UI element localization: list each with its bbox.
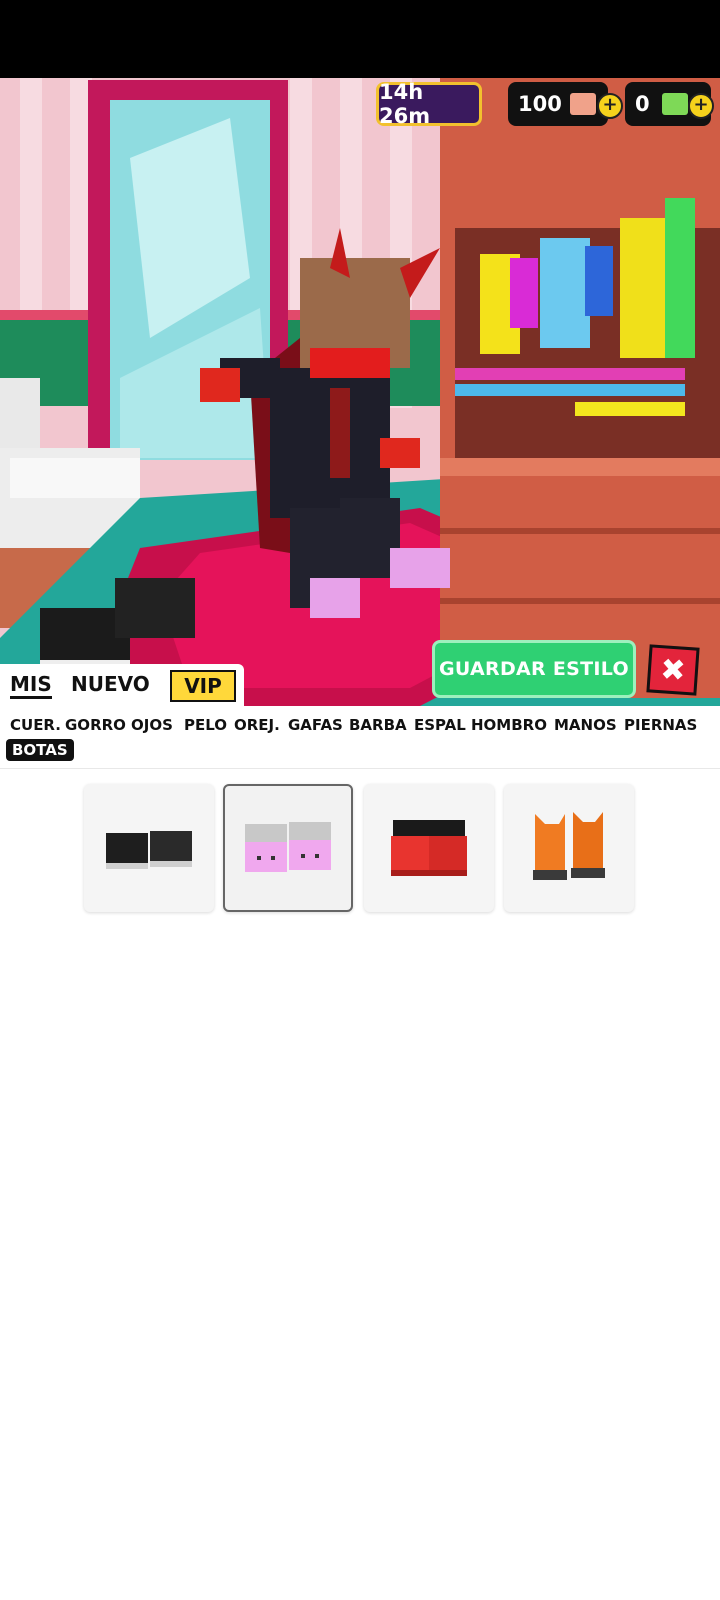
cash-value: 0 [635,92,650,116]
category-ojos[interactable]: OJOS [131,716,173,734]
timer-text: 14h 26m [379,80,431,128]
category-cuer[interactable]: CUER. [10,716,61,734]
black-boots-icon [106,831,192,869]
item-pink-bunny-slippers[interactable] [223,784,353,912]
category-hombro[interactable]: HOMBRO [471,716,547,734]
add-cash-icon[interactable]: + [688,93,714,119]
event-timer: 14h 26m [376,80,482,128]
category-espal[interactable]: ESPAL [414,716,466,734]
tab-mis[interactable]: MIS [10,672,52,699]
orange-boots-icon [533,812,605,880]
game-scene[interactable] [0,78,720,706]
category-gafas[interactable]: GAFAS [288,716,343,734]
pig-cube-icon [569,93,596,115]
money-icon [661,93,688,115]
category-manos[interactable]: MANOS [554,716,617,734]
category-pelo[interactable]: PELO [184,716,227,734]
status-bar [0,0,720,78]
category-botas[interactable]: BOTAS [6,739,74,761]
add-cubes-icon[interactable]: + [597,93,623,119]
category-bar: CUER. GORRO OJOS PELO OREJ. GAFAS BARBA … [0,706,720,769]
item-orange-fox-boots[interactable] [504,784,634,912]
bunny-slippers-icon [245,822,331,872]
close-icon[interactable]: ✖ [646,644,700,696]
save-style-button[interactable]: GUARDAR ESTILO [432,640,636,698]
tab-vip[interactable]: VIP [170,670,236,702]
cubes-currency[interactable]: 100 [508,82,608,126]
item-red-devil-boots[interactable] [364,784,494,912]
category-orej[interactable]: OREJ. [234,716,280,734]
red-boots-icon [391,820,467,876]
wardrobe-tabs: MIS NUEVO VIP [0,664,244,706]
category-piernas[interactable]: PIERNAS [624,716,697,734]
category-barba[interactable]: BARBA [349,716,407,734]
tab-nuevo[interactable]: NUEVO [71,672,150,696]
cubes-value: 100 [518,92,562,116]
category-gorro[interactable]: GORRO [65,716,126,734]
room-illustration [0,78,720,706]
item-black-boots[interactable] [84,784,214,912]
